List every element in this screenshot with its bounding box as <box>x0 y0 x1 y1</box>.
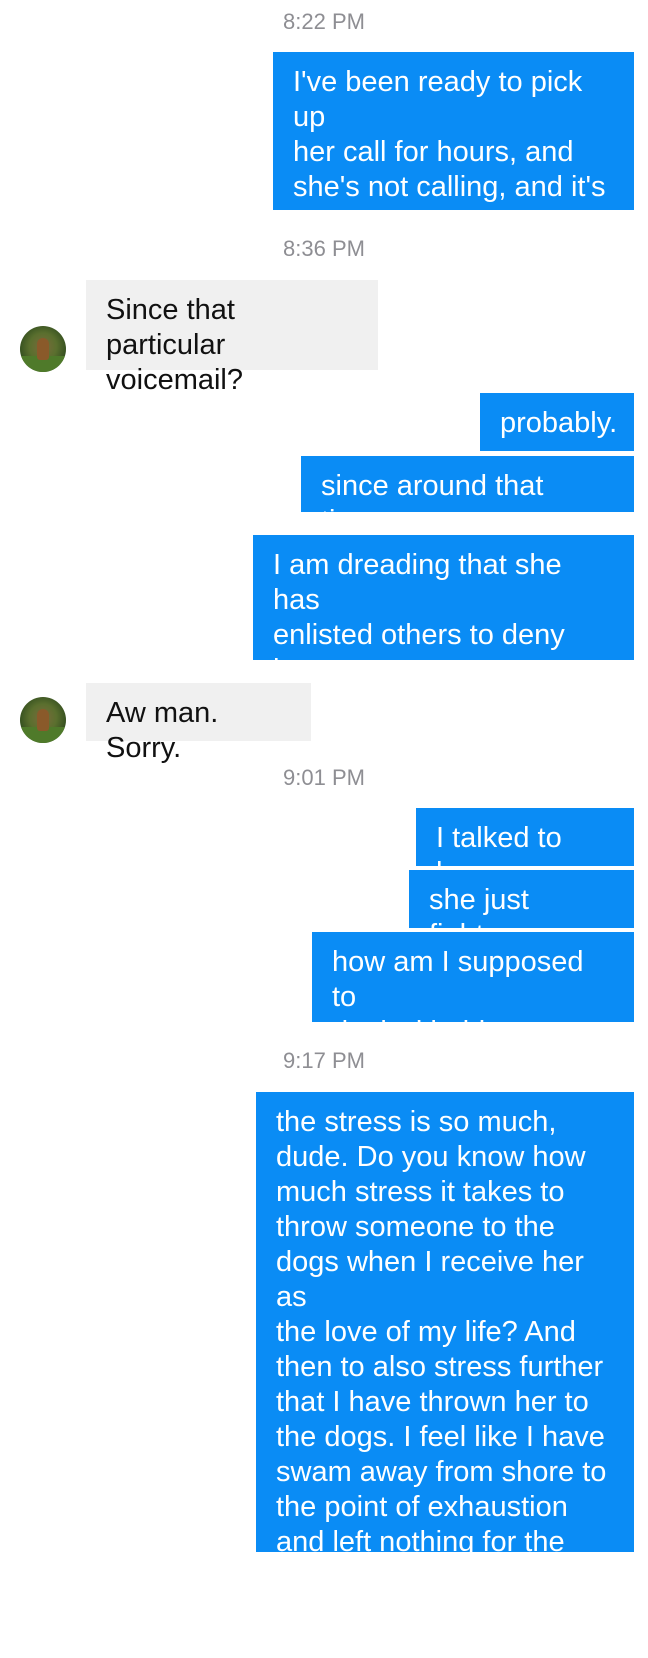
timestamp: 8:36 PM <box>283 236 365 261</box>
contact-avatar-icon[interactable] <box>20 326 66 372</box>
timestamp: 8:22 PM <box>283 9 365 34</box>
message-bubble-outgoing[interactable]: I've been ready to pick up her call for … <box>273 52 634 238</box>
message-bubble-outgoing[interactable]: I talked to her. <box>416 808 634 889</box>
contact-avatar-icon[interactable] <box>20 697 66 743</box>
message-bubble-incoming[interactable]: Aw man. Sorry. <box>86 683 311 764</box>
avatar-figure <box>37 709 49 731</box>
message-thread: 8:22 PM I've been ready to pick up her c… <box>0 0 648 1658</box>
timestamp: 9:01 PM <box>283 765 365 790</box>
message-bubble-outgoing[interactable]: I am dreading that she has enlisted othe… <box>253 535 634 721</box>
avatar-figure <box>37 338 49 360</box>
message-bubble-outgoing[interactable]: since around that time. <box>301 456 634 537</box>
message-bubble-outgoing[interactable]: probably. <box>480 393 634 451</box>
message-bubble-outgoing[interactable]: she just fights. <box>409 870 634 951</box>
timestamp: 9:17 PM <box>283 1048 365 1073</box>
message-bubble-outgoing[interactable]: the stress is so much, dude. Do you know… <box>256 1092 634 1593</box>
message-bubble-incoming[interactable]: Since that particular voicemail? <box>86 280 378 396</box>
message-bubble-outgoing[interactable]: how am I supposed to deal with this. <box>312 932 634 1048</box>
